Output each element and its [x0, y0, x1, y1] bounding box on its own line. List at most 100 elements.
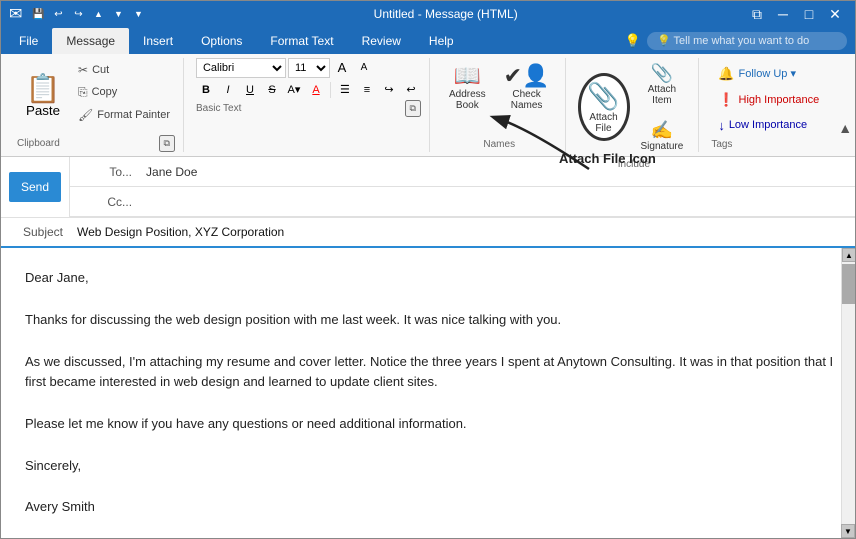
divider-1	[330, 82, 331, 98]
numbering-btn[interactable]: ≡	[357, 80, 377, 100]
indent-more-btn[interactable]: ↪	[379, 80, 399, 100]
send-area: Send	[1, 157, 70, 217]
tab-review[interactable]: Review	[348, 28, 415, 54]
high-importance-button[interactable]: ❗ High Importance	[711, 88, 826, 112]
scroll-down-btn[interactable]: ▼	[841, 524, 855, 538]
copy-icon: ⎘	[78, 85, 88, 100]
down-btn[interactable]: ▼	[110, 6, 126, 22]
check-names-label: CheckNames	[511, 89, 543, 111]
tags-group: 🔔 Follow Up ▾ ❗ High Importance ↓ Low Im…	[703, 58, 834, 153]
strikethrough-btn[interactable]: S	[262, 80, 282, 100]
minimize-btn[interactable]: ─	[771, 2, 795, 26]
to-row: To...	[70, 157, 855, 187]
send-button[interactable]: Send	[9, 172, 61, 202]
underline-button[interactable]: U	[240, 80, 260, 100]
attach-item-button[interactable]: 📎 AttachItem	[634, 58, 691, 111]
cc-label: Cc...	[70, 195, 140, 209]
font-grow-btn[interactable]: A	[332, 58, 352, 78]
tab-file[interactable]: File	[5, 28, 52, 54]
subject-input[interactable]	[71, 221, 855, 243]
paste-label: Paste	[26, 103, 60, 118]
subject-label: Subject	[1, 225, 71, 239]
scroll-up-btn[interactable]: ▲	[842, 248, 856, 262]
indent-less-btn[interactable]: ↩	[401, 80, 421, 100]
tab-message[interactable]: Message	[52, 28, 129, 54]
undo-btn[interactable]: ↩	[50, 6, 66, 22]
format-row-2: B I U S A▾ A ☰ ≡ ↪ ↩	[196, 80, 421, 100]
copy-button[interactable]: ⎘ Copy	[73, 82, 175, 103]
body-para-2: As we discussed, I'm attaching my resume…	[25, 352, 835, 394]
window-title: Untitled - Message (HTML)	[374, 7, 518, 21]
maximize-btn[interactable]: □	[797, 2, 821, 26]
title-bar-left: ✉ 💾 ↩ ↪ ▲ ▼ ▼	[9, 4, 146, 24]
up-btn[interactable]: ▲	[90, 6, 106, 22]
tell-me-input[interactable]	[647, 32, 847, 50]
include-sub-btns: 📎 AttachItem ✍ Signature	[634, 58, 691, 157]
body-para-1: Thanks for discussing the web design pos…	[25, 310, 835, 331]
highlight-btn[interactable]: A▾	[284, 80, 304, 100]
bold-button[interactable]: B	[196, 80, 216, 100]
cut-button[interactable]: ✂ Cut	[73, 60, 175, 80]
tab-help[interactable]: Help	[415, 28, 468, 54]
attach-file-button[interactable]: 📎 AttachFile	[578, 73, 630, 141]
ribbon-collapse-btn[interactable]: ▲	[838, 120, 852, 136]
check-names-button[interactable]: ✔👤 CheckNames	[497, 58, 557, 116]
redo-btn[interactable]: ↪	[70, 6, 86, 22]
cc-input[interactable]	[140, 191, 855, 213]
attach-file-label: AttachFile	[589, 112, 617, 134]
include-group: 📎 AttachFile 📎 AttachItem ✍ Signature In…	[570, 58, 700, 153]
address-book-button[interactable]: 📖 AddressBook	[442, 58, 493, 116]
high-importance-icon: ❗	[718, 92, 734, 108]
font-family-select[interactable]: Calibri	[196, 58, 286, 78]
clipboard-dialog-launcher[interactable]: ⧉	[159, 135, 175, 152]
font-size-select[interactable]: 11	[288, 58, 330, 78]
paperclip-icon: 📎	[587, 81, 619, 112]
close-btn[interactable]: ✕	[823, 2, 847, 26]
to-cc-area: To... Cc...	[70, 157, 855, 217]
tab-format-text[interactable]: Format Text	[256, 28, 347, 54]
body-para-3: Please let me know if you have any quest…	[25, 414, 835, 435]
window-controls: ⧉ ─ □ ✕	[745, 2, 847, 26]
cut-icon: ✂	[78, 63, 88, 77]
signature-button[interactable]: ✍ Signature	[634, 115, 691, 157]
paste-button[interactable]: 📋 Paste	[17, 58, 69, 136]
to-label: To...	[70, 165, 140, 179]
tab-options[interactable]: Options	[187, 28, 256, 54]
color-btn[interactable]: A	[306, 80, 326, 100]
basic-text-dialog-launcher[interactable]: ⧉	[405, 100, 421, 117]
clipboard-group: 📋 Paste ✂ Cut ⎘ Copy 🖌 Format Painter	[9, 58, 184, 153]
save-quick-btn[interactable]: 💾	[30, 6, 46, 22]
include-label: Include	[618, 159, 650, 172]
format-tools: Calibri 11 A A B I U S A▾ A ☰	[196, 58, 421, 100]
body-signature: Avery Smith	[25, 497, 835, 518]
signature-label: Signature	[641, 141, 684, 152]
include-tools: 📎 AttachFile 📎 AttachItem ✍ Signature	[578, 58, 691, 157]
tab-insert[interactable]: Insert	[129, 28, 187, 54]
tags-label: Tags	[711, 139, 732, 152]
signature-icon: ✍	[651, 120, 673, 141]
names-label: Names	[483, 139, 515, 152]
bullets-btn[interactable]: ☰	[335, 80, 355, 100]
scrollbar-thumb[interactable]	[842, 264, 856, 304]
ribbon-collapse-area: ▲	[838, 58, 852, 153]
compose-area: Send To... Cc... Subject Dear Jan	[1, 157, 855, 538]
cc-row: Cc...	[70, 187, 855, 217]
format-painter-button[interactable]: 🖌 Format Painter	[73, 105, 175, 125]
app-icon: ✉	[9, 4, 22, 24]
italic-button[interactable]: I	[218, 80, 238, 100]
tell-me-area: 💡	[617, 28, 855, 54]
font-shrink-btn[interactable]: A	[354, 58, 374, 78]
body-greeting: Dear Jane,	[25, 268, 835, 289]
follow-up-button[interactable]: 🔔 Follow Up ▾	[711, 62, 803, 86]
restore-btn[interactable]: ⧉	[745, 2, 769, 26]
customize-btn[interactable]: ▼	[130, 6, 146, 22]
low-importance-button[interactable]: ↓ Low Importance	[711, 114, 814, 137]
to-input[interactable]	[140, 161, 855, 183]
attach-item-icon: 📎	[651, 63, 673, 84]
address-book-icon: 📖	[454, 63, 481, 89]
send-label: Send	[21, 180, 49, 194]
clipboard-sub: ✂ Cut ⎘ Copy 🖌 Format Painter	[73, 58, 175, 136]
ribbon-tabs-row: File Message Insert Options Format Text …	[1, 28, 855, 54]
body-closing: Sincerely,	[25, 456, 835, 477]
email-body[interactable]: Dear Jane, Thanks for discussing the web…	[1, 248, 855, 538]
